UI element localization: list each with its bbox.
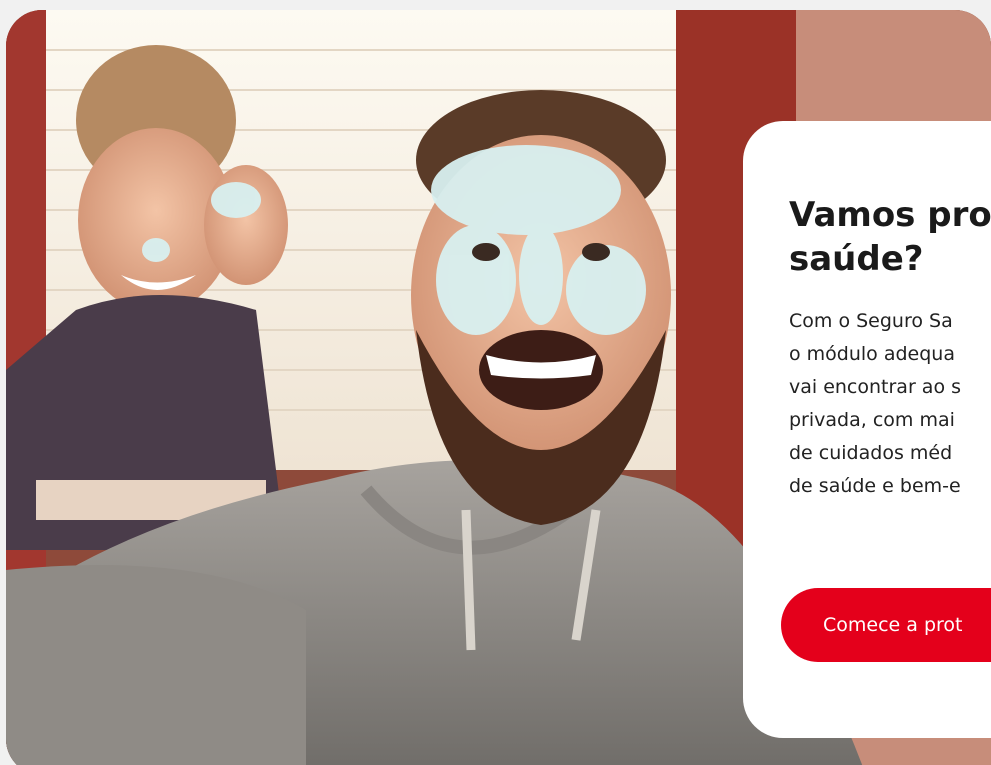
card-description-line: privada, com mai [789,409,955,431]
card-title-line: Vamos pro [789,195,991,235]
card-description-line: Com o Seguro Sa [789,310,953,332]
card-title: Vamos pro saúde? [789,193,991,281]
card-description-line: o módulo adequa [789,343,955,365]
promo-card: Vamos pro saúde? Com o Seguro Sa o módul… [743,121,991,738]
card-description-line: vai encontrar ao s [789,376,962,398]
card-description-line: de saúde e bem-e [789,475,961,497]
hero-banner: Vamos pro saúde? Com o Seguro Sa o módul… [6,10,991,765]
card-title-line: saúde? [789,239,924,279]
card-description: Com o Seguro Sa o módulo adequa vai enco… [789,305,991,503]
page: Vamos pro saúde? Com o Seguro Sa o módul… [0,0,991,765]
card-description-line: de cuidados méd [789,442,953,464]
start-protecting-button[interactable]: Comece a prot [781,588,991,662]
